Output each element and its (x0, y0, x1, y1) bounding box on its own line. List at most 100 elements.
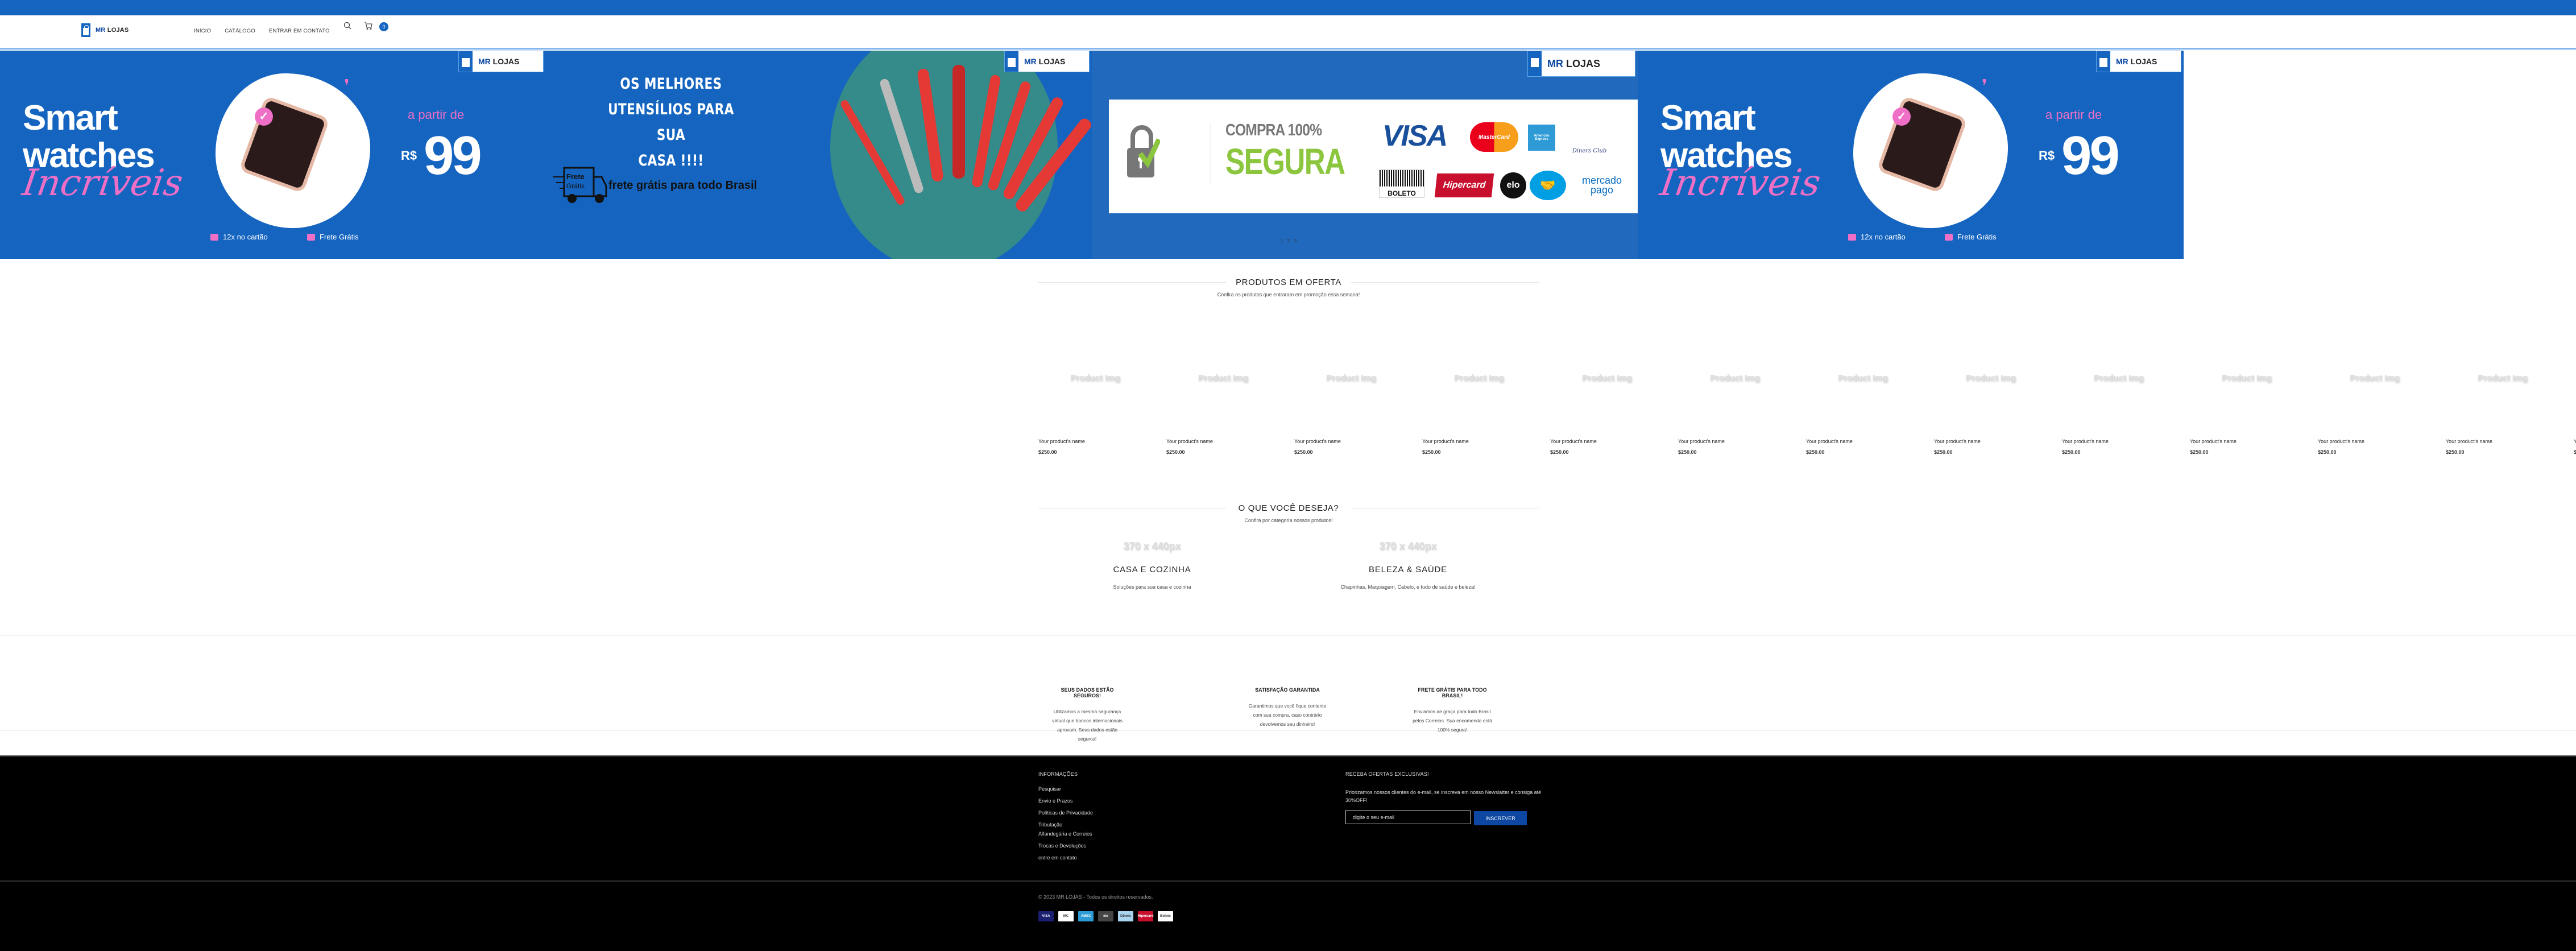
product-image-placeholder[interactable]: Product Img (1701, 373, 1769, 383)
pagination-dot[interactable]: 3 (1293, 238, 1298, 244)
badge-mr: MR (478, 57, 491, 66)
feature-title: SEUS DADOS ESTÃO SEGUROS! (1061, 687, 1114, 698)
product-name[interactable]: Your product's name (1038, 439, 1085, 444)
product-card[interactable]: Product ImgYour product's name$250.00 (1422, 364, 1536, 461)
feature-shipping: Frete Grátis (307, 233, 359, 241)
product-card[interactable]: Product ImgYour product's name$250.00 (1038, 364, 1152, 461)
pagination-dot[interactable]: 1 (1279, 238, 1284, 244)
mr-lojas-badge: MR LOJAS (458, 51, 544, 72)
product-name[interactable]: Your product's name (1166, 439, 1213, 444)
footer-link-envio[interactable]: Envio e Prazos (1038, 798, 1073, 804)
hero-slider[interactable]: Smart watches Incríveis ✓ ❜ a partir de … (0, 51, 2184, 259)
product-card[interactable]: Product ImgYour product's name$250.00 (2446, 364, 2560, 461)
slide-secure-purchase[interactable]: COMPRA 100% SEGURA VISA MasterCard Ameri… (1092, 51, 1638, 259)
boleto-logo: BOLETO (1379, 169, 1424, 198)
site-header: MR LOJAS INÍCIO CATÁLOGO ENTRAR EM CONTA… (0, 15, 2576, 49)
product-name[interactable]: Your product's name (2574, 439, 2576, 444)
product-image-placeholder[interactable]: Product Img (1957, 373, 2025, 383)
cart-count-badge: 0 (379, 22, 388, 31)
product-card[interactable]: Product Img Your product's name $250.00 (1806, 364, 1920, 461)
product-name[interactable]: Your product's name (1934, 439, 1981, 444)
product-price: $250.00 (1678, 449, 1697, 455)
script-text: Incríveis (1657, 162, 1823, 204)
product-name[interactable]: Your product's name (1422, 439, 1469, 444)
subscribe-button[interactable]: INSCREVER (1474, 811, 1527, 825)
pagination-dot[interactable]: 2 (1286, 238, 1291, 244)
product-card[interactable]: Product ImgYour product's name$250.00 (2190, 364, 2304, 461)
nav-inicio[interactable]: INÍCIO (194, 28, 211, 34)
product-image-placeholder[interactable]: Product Img (1189, 373, 1257, 383)
badge-text: MR LOJAS (2116, 57, 2157, 66)
newsletter-email-input[interactable] (1345, 810, 1471, 824)
product-card[interactable]: Product Img Your product's name $250.00 (1678, 364, 1792, 461)
product-image-placeholder[interactable]: Product Img (2469, 373, 2537, 383)
site-footer (0, 755, 2576, 951)
site-logo[interactable]: MR LOJAS (81, 23, 129, 37)
product-card[interactable]: Product ImgYour product's name$250.00 (1166, 364, 1280, 461)
product-image-placeholder[interactable]: Product Img (1061, 373, 1129, 383)
product-image-placeholder[interactable]: Product Img (1317, 373, 1385, 383)
divider (1351, 282, 1539, 283)
product-name[interactable]: Your product's name (1550, 439, 1597, 444)
product-card[interactable]: Product ImgYour product's name$250.00 (2318, 364, 2432, 461)
product-image-placeholder[interactable]: Product Img (2085, 373, 2153, 383)
product-image-placeholder[interactable]: Product Img (1445, 373, 1513, 383)
category-beleza-saude[interactable]: 370 x 440px BELEZA & SAÚDE Chapinhas, Ma… (1289, 540, 1527, 590)
badge-mr: MR (1547, 57, 1563, 69)
product-name[interactable]: Your product's name (1678, 439, 1725, 444)
check-badge-icon: ✓ (255, 107, 273, 126)
footer-link-pesquisar[interactable]: Pesquisar (1038, 786, 1061, 792)
category-image-placeholder[interactable]: 370 x 440px (1289, 540, 1527, 552)
mr-lojas-badge: MR LOJAS (1004, 51, 1090, 72)
payment-icon-diners: Diners (1118, 911, 1133, 921)
product-image-placeholder[interactable]: Product Img (2213, 373, 2281, 383)
logo-mr: MR (96, 27, 106, 34)
slide-smartwatch[interactable]: Smart watches Incríveis ✓ ❜ a partir de … (0, 51, 546, 259)
utensil-image (952, 65, 965, 179)
product-name[interactable]: Your product's name (1294, 439, 1341, 444)
product-name[interactable]: Your product's name (2062, 439, 2109, 444)
category-title[interactable]: BELEZA & SAÚDE (1289, 565, 1527, 574)
product-image-placeholder[interactable]: Product Img (1829, 373, 1897, 383)
feature-secure-data: SEUS DADOS ESTÃO SEGUROS! Utilizamos a m… (1047, 687, 1127, 743)
product-image-placeholder[interactable]: Product Img (2341, 373, 2409, 383)
mastercard-logo: MasterCard (1470, 122, 1518, 152)
footer-link-contato[interactable]: entre em contato (1038, 855, 1077, 861)
product-name[interactable]: Your product's name (2446, 439, 2492, 444)
product-name[interactable]: Your product's name (2190, 439, 2237, 444)
product-card[interactable]: Product ImgYour product's name$250.00 (2574, 364, 2576, 461)
footer-link-alfandegaria[interactable]: Alfandegária e Correios (1038, 831, 1092, 837)
search-icon[interactable] (343, 22, 351, 30)
badge-lojas: LOJAS (492, 57, 520, 66)
category-casa-cozinha[interactable]: 370 x 440px CASA E COZINHA Soluções para… (1033, 540, 1272, 590)
category-image-placeholder[interactable]: 370 x 440px (1033, 540, 1272, 552)
nav-catalogo[interactable]: CATÁLOGO (225, 28, 255, 34)
categories-subtitle: Confira por categoria nossos produtos! (1244, 518, 1333, 523)
product-card[interactable]: Product ImgYour product's name$250.00 (1934, 364, 2048, 461)
product-name[interactable]: Your product's name (2318, 439, 2364, 444)
cart-icon[interactable] (364, 21, 373, 30)
truck-text-1: Frete (566, 172, 585, 181)
slide-utensils[interactable]: OS MELHORES UTENSÍLIOS PARA SUA CASA !!!… (546, 51, 1092, 259)
price: 99 (424, 125, 482, 186)
shopping-bag-icon (1528, 51, 1542, 76)
diners-logo: Diners Club (1572, 148, 1607, 154)
slide-smartwatch-clone[interactable]: Smart watches Incríveis ✓ ❜ a partir de … (1638, 51, 2184, 259)
product-image-placeholder[interactable]: Product Img (1573, 373, 1641, 383)
footer-link-trocas[interactable]: Trocas e Devoluções (1038, 843, 1086, 849)
feature-shipping: Frete Grátis (1945, 233, 1997, 241)
feature-text: Frete Grátis (1957, 233, 1997, 241)
elo-logo: elo (1500, 172, 1526, 199)
product-card[interactable]: Product ImgYour product's name$250.00 (1550, 364, 1664, 461)
footer-link-tributacao[interactable]: Tributação (1038, 822, 1062, 828)
product-card[interactable]: Product ImgYour product's name$250.00 (2062, 364, 2176, 461)
features-band: SEUS DADOS ESTÃO SEGUROS! Utilizamos a m… (0, 635, 2576, 742)
nav-contato[interactable]: ENTRAR EM CONTATO (269, 28, 330, 34)
footer-link-privacidade[interactable]: Políticas de Privacidade (1038, 810, 1093, 816)
product-card[interactable]: Product ImgYour product's name$250.00 (1294, 364, 1408, 461)
category-title[interactable]: CASA E COZINHA (1033, 565, 1272, 574)
top-bar (0, 0, 2576, 15)
product-name[interactable]: Your product's name (1806, 439, 1853, 444)
feature-desc: Enviamos de graça para todo Brasil pelos… (1413, 709, 1492, 733)
product-price: $250.00 (1806, 449, 1825, 455)
